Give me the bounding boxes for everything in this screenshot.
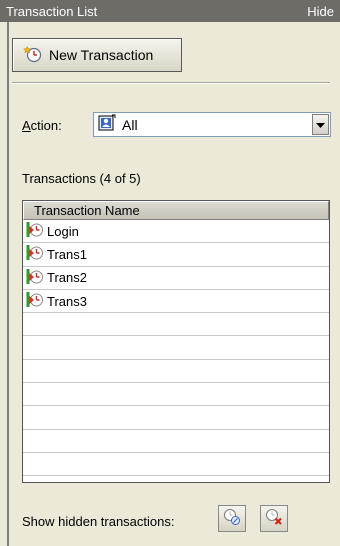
action-dropdown[interactable]: All [93, 112, 331, 137]
action-user-icon [98, 114, 116, 135]
transaction-icon [26, 244, 44, 264]
transaction-icon [26, 268, 44, 288]
table-row[interactable] [23, 383, 329, 407]
transaction-name: Trans2 [47, 270, 87, 286]
transactions-rows: Login Trans1 Trans2 Trans3 [23, 220, 329, 477]
show-hidden-label: Show hidden transactions: [22, 514, 175, 529]
transaction-name: Login [47, 223, 79, 239]
new-transaction-label: New Transaction [49, 47, 154, 63]
transaction-icon [26, 291, 44, 311]
transaction-icon [26, 221, 44, 241]
table-row[interactable]: Trans1 [23, 243, 329, 267]
transaction-name: Trans1 [47, 246, 87, 262]
table-row[interactable]: Login [23, 220, 329, 244]
new-transaction-button[interactable]: New Transaction [12, 38, 182, 72]
table-row[interactable]: Trans2 [23, 267, 329, 290]
transaction-name: Trans3 [47, 293, 87, 309]
table-row[interactable] [23, 406, 329, 430]
show-hidden-button[interactable] [218, 505, 246, 532]
table-row[interactable]: Trans3 [23, 290, 329, 314]
panel-title: Transaction List [6, 3, 98, 19]
panel-titlebar: Transaction List Hide [0, 0, 340, 22]
new-transaction-icon [22, 45, 43, 66]
table-row[interactable] [23, 336, 329, 360]
dropdown-arrow-button[interactable] [312, 114, 329, 135]
toolbar-separator [12, 82, 330, 84]
column-header-transaction-name[interactable]: Transaction Name [23, 201, 329, 220]
delete-hidden-button[interactable] [260, 505, 288, 532]
table-row[interactable] [23, 360, 329, 384]
table-row[interactable] [23, 313, 329, 337]
action-selected-value: All [122, 116, 138, 133]
transactions-grid: Transaction Name Login Trans1 Trans2 Trans3 [22, 200, 330, 483]
transactions-count: Transactions (4 of 5) [22, 171, 141, 186]
show-hidden-icon [223, 508, 241, 529]
hide-link[interactable]: Hide [307, 4, 334, 19]
chevron-down-icon [316, 117, 325, 132]
action-label: Action: [22, 118, 62, 133]
table-row[interactable] [23, 453, 329, 477]
table-row[interactable] [23, 430, 329, 453]
delete-hidden-icon [265, 508, 283, 529]
